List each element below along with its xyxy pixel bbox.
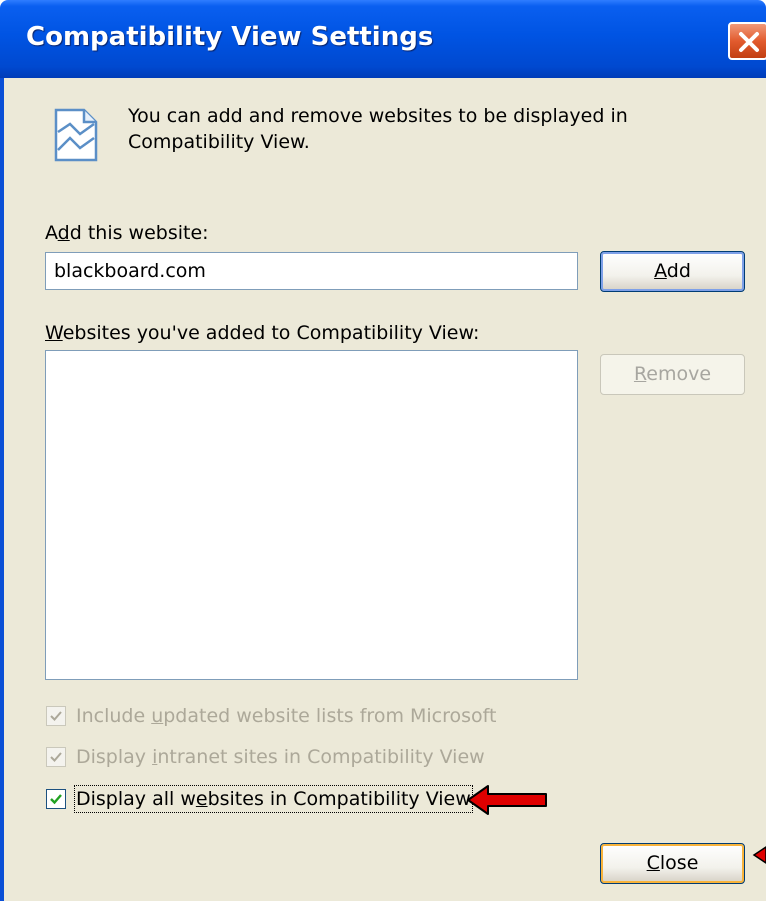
intranet-sites-label: Display intranet sites in Compatibility … xyxy=(76,746,485,768)
include-updated-lists-label: Include updated website lists from Micro… xyxy=(76,705,497,727)
include-updated-lists-checkbox[interactable] xyxy=(46,706,66,726)
close-button[interactable]: Close xyxy=(600,843,745,884)
add-website-label: Add this website: xyxy=(45,222,209,244)
remove-button[interactable]: Remove xyxy=(600,354,745,395)
close-window-button[interactable] xyxy=(728,22,766,60)
checkmark-icon xyxy=(50,711,62,721)
window-title: Compatibility View Settings xyxy=(26,22,434,52)
annotation-arrow-icon xyxy=(752,846,766,864)
checkmark-icon xyxy=(50,794,62,805)
websites-list-label: Websites you've added to Compatibility V… xyxy=(45,322,480,344)
title-bar[interactable]: Compatibility View Settings xyxy=(0,0,766,78)
checkmark-icon xyxy=(50,752,62,762)
add-website-input[interactable] xyxy=(45,252,578,290)
compatibility-view-icon xyxy=(54,108,98,162)
display-all-websites-label: Display all websites in Compatibility Vi… xyxy=(74,785,473,813)
display-all-websites-checkbox[interactable] xyxy=(46,789,66,809)
info-description: You can add and remove websites to be di… xyxy=(128,105,628,153)
compatibility-view-dialog: Compatibility View Settings You can add … xyxy=(0,0,766,901)
close-icon xyxy=(739,32,759,52)
intranet-sites-checkbox[interactable] xyxy=(46,747,66,767)
websites-listbox[interactable] xyxy=(45,350,578,680)
add-button[interactable]: Add xyxy=(600,251,745,292)
annotation-arrow-icon xyxy=(467,785,547,815)
